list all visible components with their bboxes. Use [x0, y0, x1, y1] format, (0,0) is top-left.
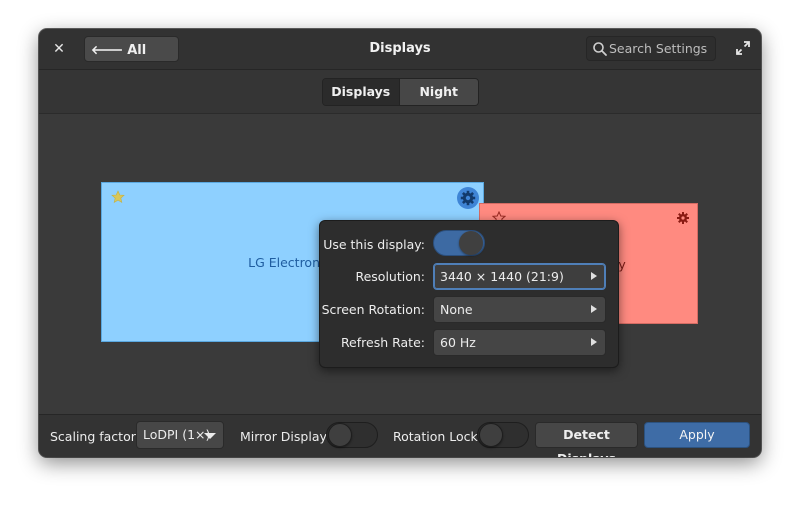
chevron-right-icon — [591, 305, 597, 313]
switch-knob — [328, 423, 352, 447]
refresh-rate-label: Refresh Rate: — [340, 335, 425, 350]
screen-rotation-value: None — [440, 302, 473, 317]
apply-button[interactable]: Apply — [644, 422, 750, 448]
resolution-value: 3440 × 1440 (21:9) — [440, 269, 564, 284]
close-button[interactable]: ✕ — [49, 39, 69, 59]
switch-knob — [459, 231, 483, 255]
mirror-display-label: Mirror Display: — [240, 429, 331, 444]
rotation-lock-label: Rotation Lock: — [393, 429, 482, 444]
gear-icon — [460, 190, 476, 206]
display-settings-button[interactable] — [457, 187, 479, 209]
chevron-right-icon — [591, 272, 597, 280]
resolution-label: Resolution: — [355, 269, 425, 284]
scaling-factor-select[interactable]: LoDPI (1×) — [136, 421, 224, 449]
search-icon — [593, 42, 607, 56]
search-box[interactable] — [586, 36, 716, 61]
tab-night-light[interactable]: Night Light — [399, 79, 478, 105]
display-arrangement-area: LG Electronics Use this display: Resolut… — [39, 114, 761, 414]
gear-icon[interactable] — [675, 210, 691, 226]
rotation-lock-switch[interactable] — [477, 422, 529, 448]
star-filled-icon[interactable] — [111, 190, 125, 204]
search-input[interactable] — [609, 37, 709, 60]
settings-window: ✕ 🡐All Settings Displays Displays Night … — [39, 29, 761, 457]
tab-displays[interactable]: Displays — [323, 79, 400, 105]
all-settings-button[interactable]: 🡐All Settings — [84, 36, 179, 84]
refresh-rate-select[interactable]: 60 Hz — [433, 329, 606, 356]
detect-displays-button[interactable]: Detect Displays — [535, 422, 638, 457]
use-display-label: Use this display: — [323, 237, 425, 252]
close-icon: ✕ — [53, 41, 65, 57]
refresh-rate-value: 60 Hz — [440, 335, 476, 350]
tab-bar: Displays Night Light — [39, 70, 761, 114]
back-arrow-icon: 🡐 — [91, 43, 124, 57]
scaling-factor-label: Scaling factor: — [50, 429, 140, 444]
mirror-display-switch[interactable] — [326, 422, 378, 448]
screen-rotation-select[interactable]: None — [433, 296, 606, 323]
maximize-icon[interactable] — [736, 41, 750, 55]
resolution-select[interactable]: 3440 × 1440 (21:9) — [433, 263, 606, 290]
screen-rotation-label: Screen Rotation: — [321, 302, 425, 317]
chevron-right-icon — [591, 338, 597, 346]
display-settings-popover: Use this display: Resolution: 3440 × 144… — [319, 220, 619, 368]
scaling-factor-value: LoDPI (1×) — [143, 427, 211, 442]
view-switcher: Displays Night Light — [322, 78, 479, 106]
titlebar: ✕ 🡐All Settings Displays — [39, 29, 761, 84]
footer-bar: Scaling factor: LoDPI (1×) Mirror Displa… — [39, 414, 761, 457]
chevron-down-icon — [204, 433, 216, 439]
use-display-switch[interactable] — [433, 230, 485, 256]
switch-knob — [479, 423, 503, 447]
